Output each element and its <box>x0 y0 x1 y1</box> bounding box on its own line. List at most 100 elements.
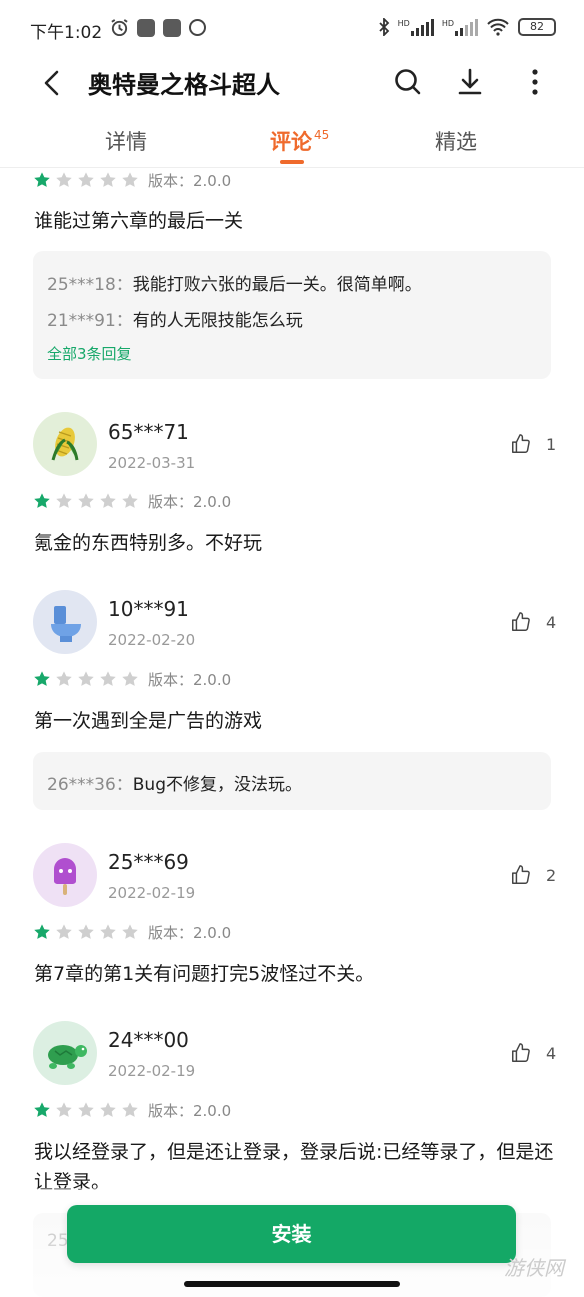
app-header: 奥特曼之格斗超人 <box>0 58 584 108</box>
star-empty-icon <box>100 493 116 508</box>
bluetooth-icon <box>378 18 389 36</box>
search-icon[interactable] <box>392 66 424 98</box>
status-bar: 下午1:02 HD HD 82 <box>0 0 584 58</box>
tab-featured[interactable]: 精选 <box>435 126 477 156</box>
reply-box[interactable]: 25***18：我能打败六张的最后一关。很简单啊。 21***91：有的人无限技… <box>33 251 551 379</box>
download-icon[interactable] <box>454 66 486 98</box>
star-empty-icon <box>56 1102 72 1117</box>
tab-label: 详情 <box>105 130 147 154</box>
like-count: 1 <box>546 434 557 454</box>
popsicle-icon <box>54 858 76 895</box>
version-label: 版本：2.0.0 <box>148 671 232 689</box>
star-filled-icon <box>34 924 50 939</box>
star-empty-icon <box>122 1102 138 1117</box>
username: 65***71 <box>108 420 189 444</box>
star-empty-icon <box>100 1102 116 1117</box>
like-button[interactable]: 1 <box>510 433 556 455</box>
star-empty-icon <box>78 493 94 508</box>
app-notification-icon <box>163 18 181 37</box>
watermark-logo: 游侠网 <box>504 1256 564 1280</box>
back-arrow-icon[interactable] <box>38 68 68 98</box>
signal-icon <box>455 18 478 36</box>
reply-line: 26***36：Bug不修复，没法玩。 <box>47 770 302 795</box>
wifi-icon <box>487 18 509 36</box>
review-date: 2022-02-20 <box>108 631 196 649</box>
home-indicator[interactable] <box>184 1281 400 1287</box>
reply-username: 26***36： <box>47 775 133 795</box>
active-tab-indicator <box>280 160 304 164</box>
review-text: 第一次遇到全是广告的游戏 <box>34 710 263 732</box>
star-filled-icon <box>34 172 50 187</box>
star-empty-icon <box>122 172 138 187</box>
hd-label: HD <box>397 19 410 28</box>
star-filled-icon <box>34 1102 50 1117</box>
app-notification-icon <box>189 19 206 36</box>
install-button[interactable]: 安装 <box>67 1205 516 1263</box>
thumbs-up-icon <box>512 612 530 631</box>
like-button[interactable]: 4 <box>510 1042 556 1064</box>
reply-box[interactable]: 26***36：Bug不修复，没法玩。 <box>33 752 551 810</box>
status-time: 下午1:02 <box>30 23 103 43</box>
like-count: 4 <box>546 612 557 632</box>
version-label: 版本：2.0.0 <box>148 1102 232 1120</box>
review-date: 2022-02-19 <box>108 1062 196 1080</box>
like-count: 2 <box>546 865 557 885</box>
avatar[interactable] <box>33 412 97 476</box>
avatar[interactable] <box>33 1021 97 1085</box>
avatar[interactable] <box>33 843 97 907</box>
username: 25***69 <box>108 850 189 874</box>
tab-details[interactable]: 详情 <box>105 126 147 156</box>
page-title: 奥特曼之格斗超人 <box>88 71 280 99</box>
username: 24***00 <box>108 1028 189 1052</box>
all-replies-link[interactable]: 全部3条回复 <box>47 343 132 364</box>
like-button[interactable]: 2 <box>510 864 556 886</box>
tab-bar: 详情 评论 45 精选 <box>0 118 584 168</box>
comment-count: 45 <box>314 128 330 142</box>
status-system-icons: HD HD 82 <box>378 18 556 36</box>
turtle-icon <box>48 1045 87 1069</box>
alarm-icon <box>111 19 128 37</box>
star-empty-icon <box>122 671 138 686</box>
version-label: 版本：2.0.0 <box>148 172 232 190</box>
rating-stars <box>33 923 139 941</box>
review-text: 第7章的第1关有问题打完5波怪过不关。 <box>34 963 375 985</box>
thumbs-up-icon <box>512 865 530 884</box>
battery-icon: 82 <box>518 18 556 36</box>
tab-comments[interactable]: 评论 45 <box>270 126 329 156</box>
review-text: 谁能过第六章的最后一关 <box>34 210 244 232</box>
star-empty-icon <box>100 671 116 686</box>
star-empty-icon <box>100 924 116 939</box>
reply-username: 21***91： <box>47 311 133 331</box>
star-empty-icon <box>122 493 138 508</box>
avatar[interactable] <box>33 590 97 654</box>
star-empty-icon <box>78 671 94 686</box>
reply-text: Bug不修复，没法玩。 <box>132 775 302 795</box>
reply-text: 有的人无限技能怎么玩 <box>132 311 303 331</box>
review-date: 2022-03-31 <box>108 454 196 472</box>
thumbs-up-icon <box>512 1043 530 1062</box>
more-options-icon[interactable] <box>519 66 551 98</box>
star-empty-icon <box>78 172 94 187</box>
status-notification-icons <box>110 18 206 37</box>
star-filled-icon <box>34 493 50 508</box>
rating-stars <box>33 171 139 189</box>
star-empty-icon <box>56 671 72 686</box>
rating-stars <box>33 670 139 688</box>
hd-label: HD <box>441 19 454 28</box>
star-filled-icon <box>34 671 50 686</box>
username: 10***91 <box>108 597 189 621</box>
reply-line: 21***91：有的人无限技能怎么玩 <box>47 306 303 331</box>
reply-line: 25***18：我能打败六张的最后一关。很简单啊。 <box>47 270 422 295</box>
like-button[interactable]: 4 <box>510 611 556 633</box>
tab-label: 精选 <box>435 130 477 154</box>
star-empty-icon <box>78 924 94 939</box>
star-empty-icon <box>122 924 138 939</box>
app-notification-icon <box>137 18 155 37</box>
review-text: 氪金的东西特别多。不好玩 <box>34 532 263 554</box>
toilet-icon <box>51 606 81 642</box>
star-empty-icon <box>56 172 72 187</box>
rating-stars <box>33 1101 139 1119</box>
reply-username: 25***18： <box>47 275 133 295</box>
tab-label: 评论 <box>270 130 312 154</box>
corn-icon <box>51 427 79 461</box>
